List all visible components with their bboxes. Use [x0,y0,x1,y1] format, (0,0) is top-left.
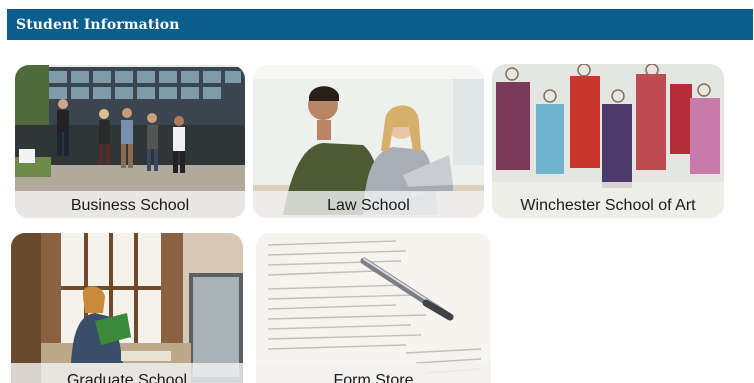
winchester-school-of-art-image [492,64,724,218]
tile-form-store[interactable]: Form Store [256,233,491,383]
law-school-image [253,65,484,218]
form-store-image [256,233,491,383]
tile-label: Graduate School [66,372,188,383]
section-title: Student Information [16,16,180,33]
tile-label: Winchester School of Art [520,197,696,214]
tile-law-school[interactable]: Law School [253,65,484,218]
tile-graduate-school[interactable]: Graduate School [11,233,243,383]
tile-label: Business School [70,197,190,214]
tile-winchester-school-of-art[interactable]: Winchester School of Art [492,64,724,218]
tile-business-school[interactable]: Business School [15,65,245,218]
section-header: Student Information [7,9,753,40]
tile-label: Form Store [333,372,414,383]
graduate-school-image [11,233,243,383]
tile-label: Law School [327,197,410,214]
page: Student Information Business School Law … [0,0,754,383]
business-school-image [15,65,245,218]
